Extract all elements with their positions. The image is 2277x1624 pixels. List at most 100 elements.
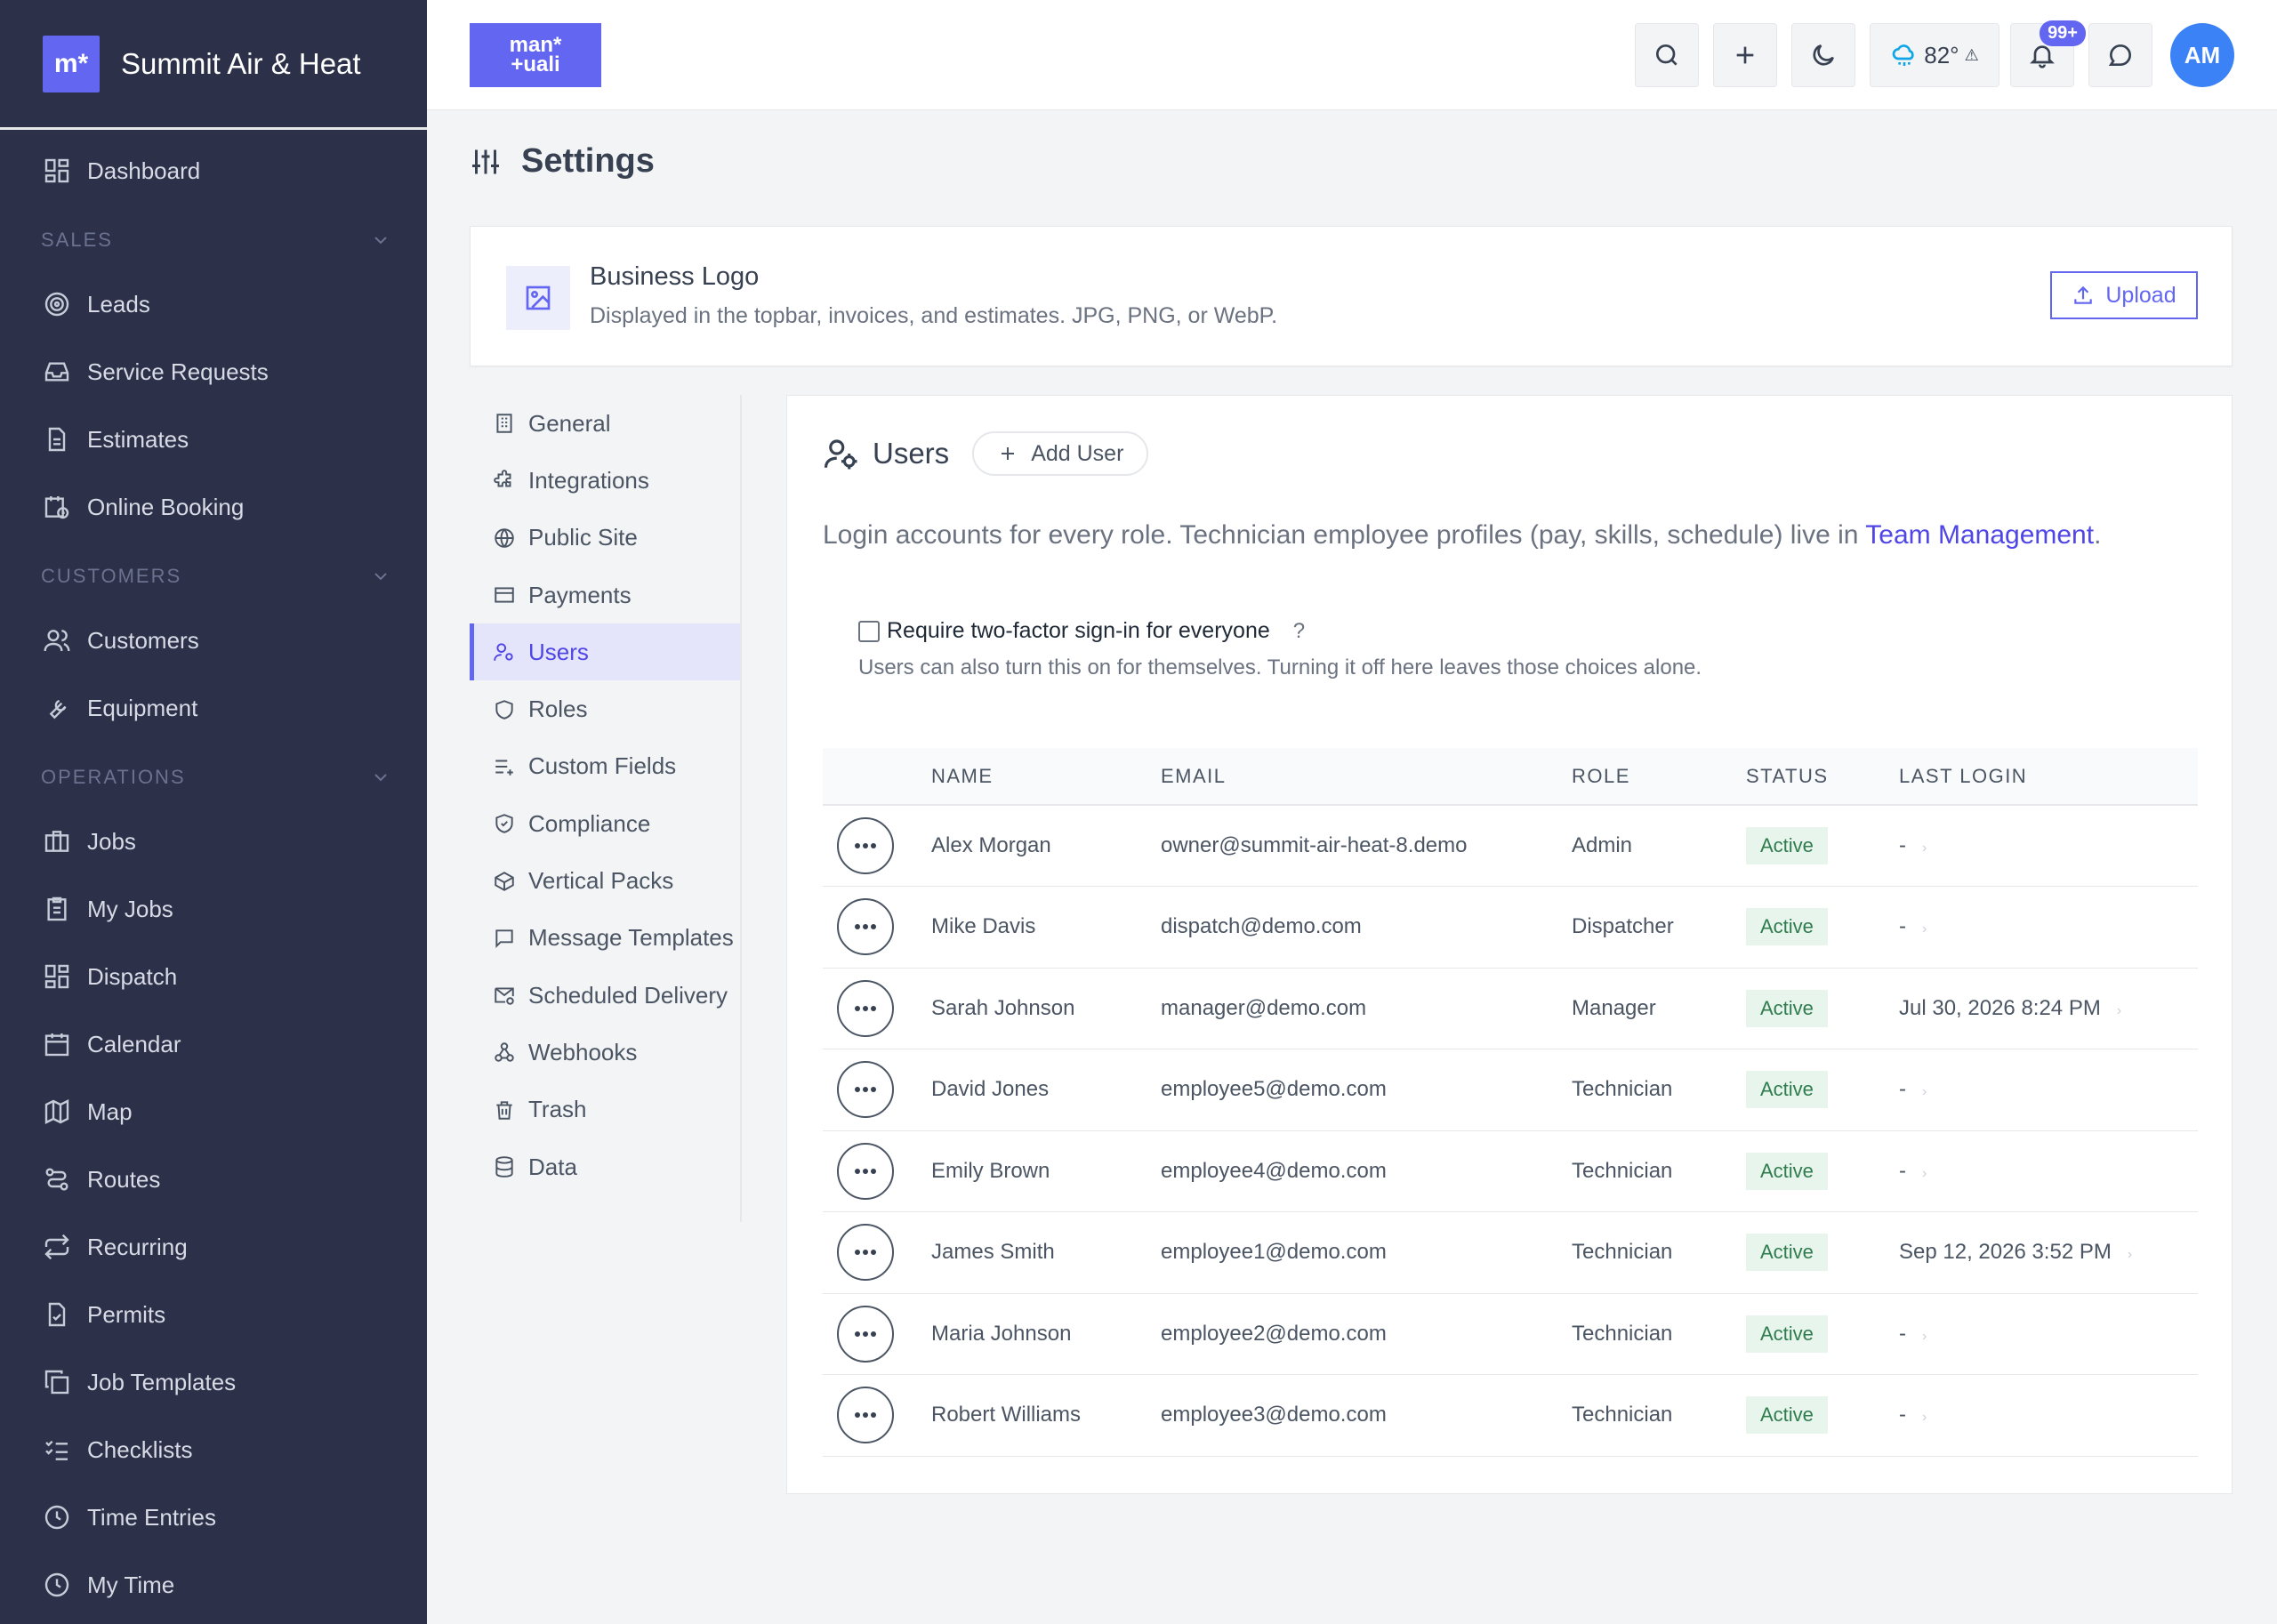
chevron-right-icon: › xyxy=(1922,840,1927,856)
require-2fa-description: Users can also turn this on for themselv… xyxy=(858,655,1702,679)
section-title: CUSTOMERS xyxy=(41,565,182,587)
settings-nav-label: Message Templates xyxy=(528,924,734,952)
table-row[interactable]: Mike Davis dispatch@demo.com Dispatcher … xyxy=(823,886,2198,969)
notifications-badge: 99+ xyxy=(2040,20,2086,46)
user-email: dispatch@demo.com xyxy=(1161,886,1572,969)
user-name: David Jones xyxy=(931,1049,1161,1131)
last-login: Sep 12, 2026 3:52 PM xyxy=(1899,1240,2112,1265)
sidebar-item-routes[interactable]: Routes xyxy=(0,1146,427,1213)
settings-nav-integrations[interactable]: Integrations xyxy=(470,452,740,509)
company-logo[interactable]: man* +uali xyxy=(470,23,601,87)
sidebar-section-operations[interactable]: OPERATIONS xyxy=(0,747,427,808)
last-login: - xyxy=(1899,1158,1906,1183)
sidebar-item-permits[interactable]: Permits xyxy=(0,1281,427,1348)
row-actions-button[interactable] xyxy=(837,1387,894,1444)
last-login: Jul 30, 2026 8:24 PM xyxy=(1899,995,2101,1020)
users-panel: Users Add User Login accounts for every … xyxy=(786,395,2233,1494)
messages-button[interactable] xyxy=(2088,23,2152,87)
require-2fa-checkbox[interactable] xyxy=(858,620,880,642)
sidebar-item-leads[interactable]: Leads xyxy=(0,270,427,338)
sidebar-item-jobs[interactable]: Jobs xyxy=(0,808,427,875)
table-row[interactable]: Robert Williams employee3@demo.com Techn… xyxy=(823,1374,2198,1457)
user-email: manager@demo.com xyxy=(1161,968,1572,1049)
inbox-icon xyxy=(43,358,71,386)
search-button[interactable] xyxy=(1635,23,1699,87)
add-user-label: Add User xyxy=(1031,440,1124,466)
row-actions-button[interactable] xyxy=(837,1224,894,1282)
settings-nav-compliance[interactable]: Compliance xyxy=(470,795,740,852)
chevron-down-icon xyxy=(374,237,387,245)
topbar: man* +uali 82° ⚠ 99+ AM xyxy=(427,0,2277,110)
settings-nav-scheduled-delivery[interactable]: Scheduled Delivery xyxy=(470,967,740,1024)
settings-nav: General Integrations Public Site Payment… xyxy=(470,395,742,1222)
table-row[interactable]: Emily Brown employee4@demo.com Technicia… xyxy=(823,1130,2198,1212)
dashboard-icon xyxy=(43,157,71,185)
route-icon xyxy=(43,1165,71,1194)
settings-nav-custom-fields[interactable]: Custom Fields xyxy=(470,738,740,795)
settings-nav-data[interactable]: Data xyxy=(470,1138,740,1195)
row-actions-button[interactable] xyxy=(837,1142,894,1200)
sidebar-item-customers[interactable]: Customers xyxy=(0,607,427,674)
user-cog-icon xyxy=(824,439,857,470)
help-icon[interactable]: ? xyxy=(1293,619,1305,644)
table-row[interactable]: David Jones employee5@demo.com Technicia… xyxy=(823,1049,2198,1131)
sidebar-section-customers[interactable]: CUSTOMERS xyxy=(0,546,427,607)
table-row[interactable]: Maria Johnson employee2@demo.com Technic… xyxy=(823,1293,2198,1375)
more-horizontal-icon xyxy=(855,843,876,848)
sidebar-item-equipment[interactable]: Equipment xyxy=(0,674,427,742)
brand[interactable]: m* Summit Air & Heat xyxy=(0,0,427,130)
table-row[interactable]: Alex Morgan owner@summit-air-heat-8.demo… xyxy=(823,805,2198,887)
sidebar-item-service-requests[interactable]: Service Requests xyxy=(0,338,427,406)
row-actions-button[interactable] xyxy=(837,979,894,1037)
settings-nav-users[interactable]: Users xyxy=(470,623,740,681)
last-login: - xyxy=(1899,833,1906,857)
sidebar-item-job-templates[interactable]: Job Templates xyxy=(0,1348,427,1416)
sidebar-section-sales[interactable]: SALES xyxy=(0,210,427,270)
settings-nav-trash[interactable]: Trash xyxy=(470,1081,740,1138)
business-logo-title: Business Logo xyxy=(590,262,760,291)
row-actions-button[interactable] xyxy=(837,817,894,874)
notifications-button[interactable]: 99+ xyxy=(2010,20,2086,87)
sidebar-item-estimates[interactable]: Estimates xyxy=(0,406,427,473)
avatar[interactable]: AM xyxy=(2170,23,2234,87)
weather-widget[interactable]: 82° ⚠ xyxy=(1870,23,1999,87)
settings-nav-webhooks[interactable]: Webhooks xyxy=(470,1024,740,1081)
sidebar-item-label: Estimates xyxy=(87,425,189,453)
quick-add-button[interactable] xyxy=(1713,23,1777,87)
settings-nav-roles[interactable]: Roles xyxy=(470,680,740,737)
sidebar-item-calendar[interactable]: Calendar xyxy=(0,1010,427,1078)
settings-nav-vertical-packs[interactable]: Vertical Packs xyxy=(470,852,740,909)
user-name: Maria Johnson xyxy=(931,1293,1161,1375)
sidebar-item-online-booking[interactable]: Online Booking xyxy=(0,473,427,541)
column-header-status: STATUS xyxy=(1746,748,1899,806)
sidebar-item-label: My Jobs xyxy=(87,895,173,922)
row-actions-button[interactable] xyxy=(837,1061,894,1119)
settings-nav-message-templates[interactable]: Message Templates xyxy=(470,910,740,967)
settings-nav-public-site[interactable]: Public Site xyxy=(470,510,740,567)
upload-button[interactable]: Upload xyxy=(2050,271,2198,319)
brand-name: Summit Air & Heat xyxy=(121,46,361,80)
settings-nav-label: Integrations xyxy=(528,466,649,494)
sidebar-item-my-time[interactable]: My Time xyxy=(0,1551,427,1619)
sidebar-item-dashboard[interactable]: Dashboard xyxy=(0,137,427,205)
table-row[interactable]: Sarah Johnson manager@demo.com Manager A… xyxy=(823,968,2198,1049)
sidebar-item-recurring[interactable]: Recurring xyxy=(0,1213,427,1281)
add-user-button[interactable]: Add User xyxy=(972,431,1149,476)
database-icon xyxy=(495,1156,513,1178)
settings-nav-payments[interactable]: Payments xyxy=(470,567,740,623)
row-actions-button[interactable] xyxy=(837,1305,894,1363)
sidebar-item-checklists[interactable]: Checklists xyxy=(0,1416,427,1483)
team-management-link[interactable]: Team Management xyxy=(1865,520,2094,550)
logo-text-bottom: +uali xyxy=(511,52,560,76)
sidebar-item-map[interactable]: Map xyxy=(0,1078,427,1146)
require-2fa-option[interactable]: Require two-factor sign-in for everyone … xyxy=(858,618,1305,644)
table-row[interactable]: James Smith employee1@demo.com Technicia… xyxy=(823,1211,2198,1294)
sidebar-item-dispatch[interactable]: Dispatch xyxy=(0,943,427,1010)
theme-toggle-button[interactable] xyxy=(1791,23,1855,87)
sidebar-item-my-jobs[interactable]: My Jobs xyxy=(0,875,427,943)
moon-icon xyxy=(1813,44,1834,66)
row-actions-button[interactable] xyxy=(837,898,894,956)
sidebar-item-time-entries[interactable]: Time Entries xyxy=(0,1483,427,1551)
user-role: Technician xyxy=(1572,1293,1746,1375)
settings-nav-general[interactable]: General xyxy=(470,395,740,452)
